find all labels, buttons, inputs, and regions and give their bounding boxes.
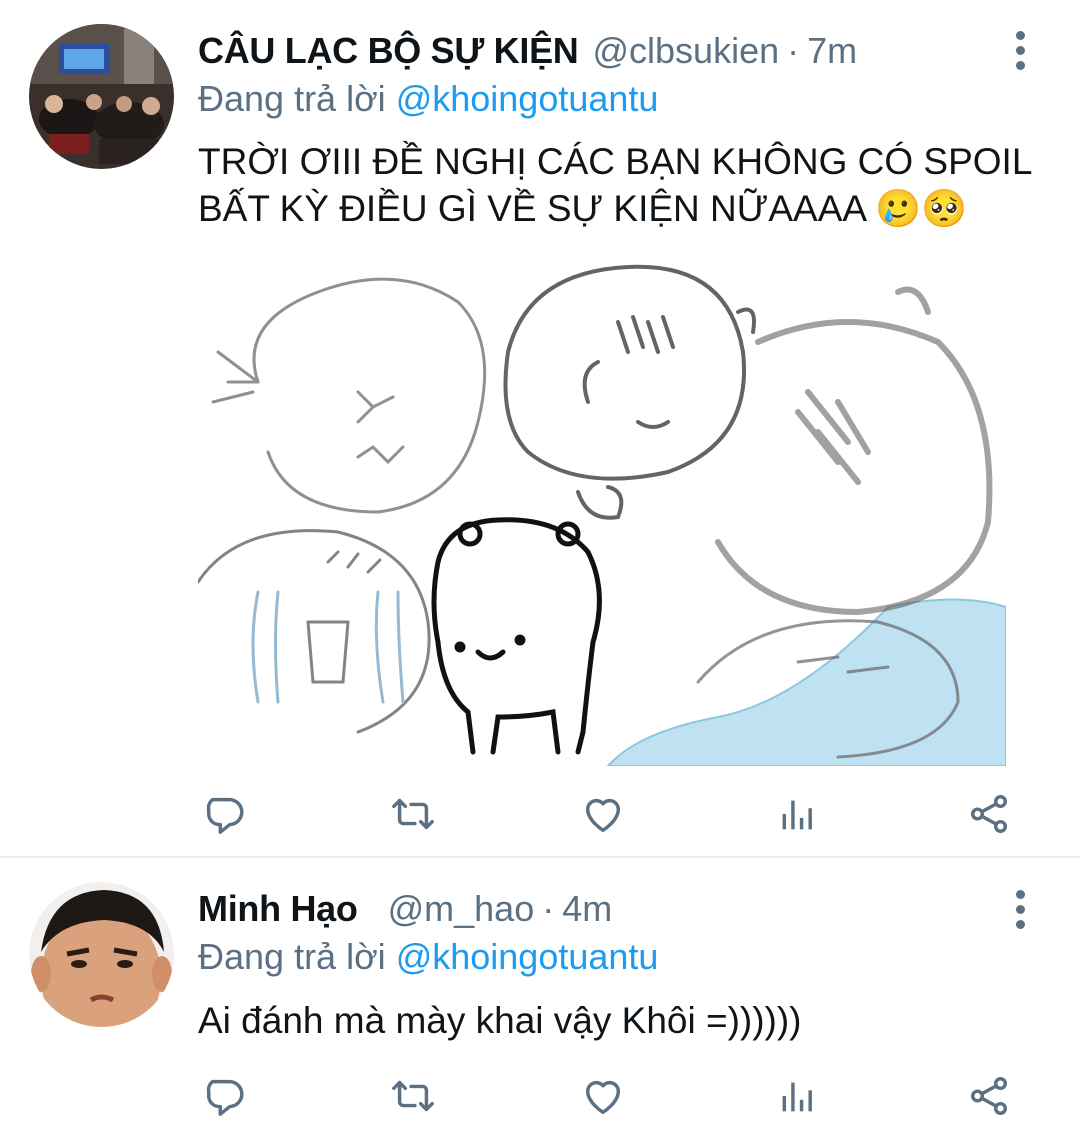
tweet-actions (198, 1068, 1028, 1124)
avatar[interactable] (29, 24, 174, 169)
tweet-image[interactable] (198, 262, 1006, 766)
reply-to-line: Đang trả lời @khoingotuantu (198, 934, 658, 980)
analytics-icon[interactable] (768, 1068, 824, 1124)
separator-dot: · (787, 30, 800, 71)
separator-dot: · (542, 888, 555, 929)
reply-prefix: Đang trả lời (198, 78, 386, 119)
display-name[interactable]: CÂU LẠC BỘ SỰ KIỆN (198, 30, 579, 71)
tweet-header: Minh Hạo @m_hao · 4m (198, 886, 612, 932)
heart-icon[interactable] (575, 786, 631, 842)
tweet-text: Ai đánh mà mày khai vậy Khôi =)))))) (198, 1000, 802, 1041)
share-icon[interactable] (961, 1068, 1017, 1124)
reply-icon[interactable] (198, 1068, 254, 1124)
reply-mention-link[interactable]: @khoingotuantu (396, 936, 659, 977)
more-options-icon[interactable] (1005, 27, 1035, 73)
retweet-icon[interactable] (385, 1068, 441, 1124)
reply-to-line: Đang trả lời @khoingotuantu (198, 76, 658, 122)
reply-mention-link[interactable]: @khoingotuantu (396, 78, 659, 119)
reply-prefix: Đang trả lời (198, 936, 386, 977)
reply-icon[interactable] (198, 786, 254, 842)
avatar[interactable] (29, 882, 174, 1027)
tweet-header: CÂU LẠC BỘ SỰ KIỆN @clbsukien · 7m (198, 28, 857, 74)
analytics-icon[interactable] (768, 786, 824, 842)
tweet-actions (198, 786, 1028, 842)
tweet-1[interactable]: CÂU LẠC BỘ SỰ KIỆN @clbsukien · 7m Đang trả… (0, 0, 1080, 856)
tweet-text: TRỜI ƠIII ĐỀ NGHỊ CÁC BẠN KHÔNG CÓ SPOIL… (198, 141, 1032, 229)
share-icon[interactable] (961, 786, 1017, 842)
user-handle[interactable]: @m_hao (388, 888, 535, 929)
user-handle[interactable]: @clbsukien (592, 30, 779, 71)
timestamp[interactable]: 7m (807, 30, 857, 71)
heart-icon[interactable] (575, 1068, 631, 1124)
retweet-icon[interactable] (385, 786, 441, 842)
more-options-icon[interactable] (1005, 886, 1035, 932)
timestamp[interactable]: 4m (562, 888, 612, 929)
display-name[interactable]: Minh Hạo (198, 888, 358, 929)
